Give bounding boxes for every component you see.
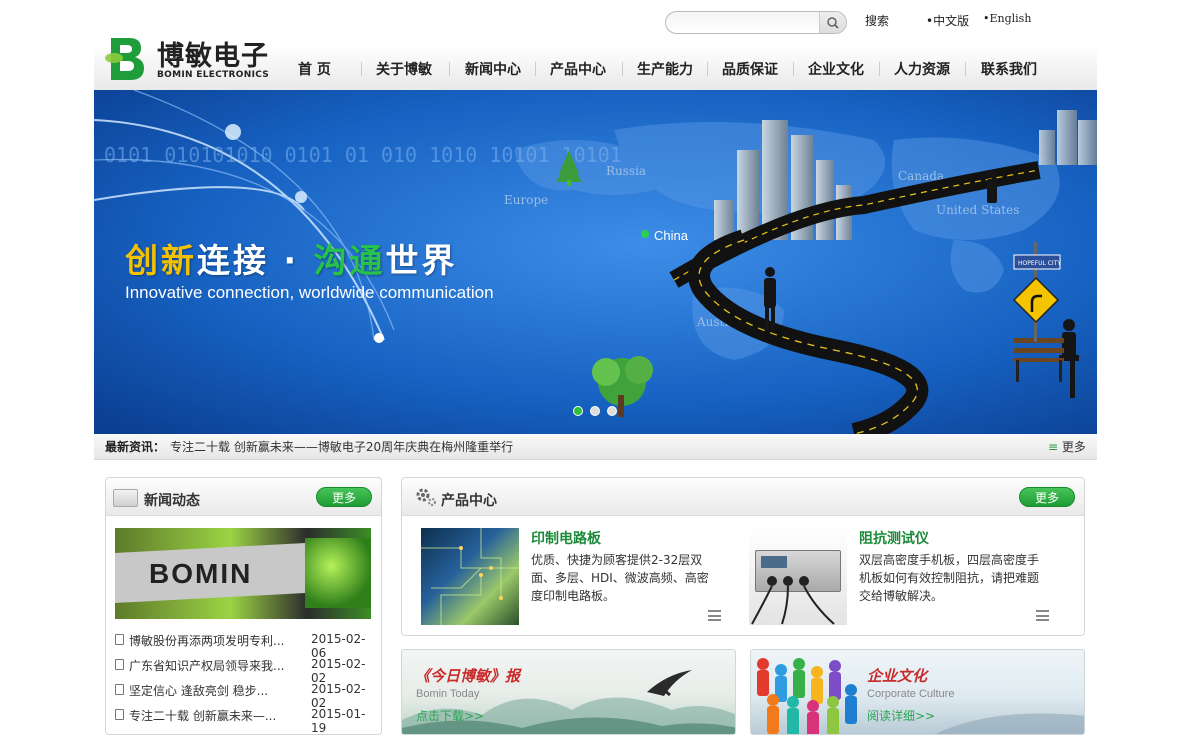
banner-headline: 创新连接 · 沟通世界 xyxy=(125,234,458,282)
news-panel-title: 新闻动态 xyxy=(144,493,200,509)
product-title-impedance-tester[interactable]: 阻抗测试仪 xyxy=(859,528,929,548)
nav-hr[interactable]: 人力资源 xyxy=(894,59,950,79)
promo-subtitle: Bomin Today xyxy=(416,688,480,700)
news-image-text: BOMIN xyxy=(149,558,253,589)
lang-chinese-link[interactable]: •中文版 xyxy=(926,12,969,29)
product-desc-impedance-tester: 双层高密度手机板，四层高密度手机板如何有效控制阻抗，请把难题交给博敏解决。 xyxy=(859,553,1040,603)
promo-corporate-culture[interactable]: 企业文化 Corporate Culture 阅读详细>> xyxy=(750,649,1085,735)
products-more-button[interactable]: 更多 xyxy=(1019,487,1075,507)
news-item[interactable]: 坚定信心 逢敌亮剑 稳步... 2015-02-02 xyxy=(115,682,375,710)
logo-name-en: BOMIN ELECTRONICS xyxy=(157,70,270,80)
document-icon xyxy=(115,634,124,645)
product-title-pcb[interactable]: 印制电路板 xyxy=(531,528,601,548)
nav-divider xyxy=(622,62,623,76)
news-item[interactable]: 广东省知识产权局领导来我... 2015-02-02 xyxy=(115,657,375,685)
nav-culture[interactable]: 企业文化 xyxy=(808,59,864,79)
promo-subtitle: Corporate Culture xyxy=(867,688,955,700)
headline-char: 新 xyxy=(161,241,197,280)
headline-char: 沟 xyxy=(313,241,350,280)
search-link[interactable]: 搜索 xyxy=(865,12,889,29)
news-item-date: 2015-02-02 xyxy=(311,682,366,710)
search-icon xyxy=(827,17,839,29)
document-icon xyxy=(115,659,124,670)
promo-title: 《今日博敏》报 xyxy=(415,667,521,685)
news-item-date: 2015-02-06 xyxy=(311,632,366,660)
news-more-button[interactable]: 更多 xyxy=(316,487,372,507)
map-label-russia: Russia xyxy=(606,164,646,178)
lang-english-link[interactable]: •English xyxy=(983,12,1031,25)
list-icon: ≡ xyxy=(1048,440,1059,454)
latest-news-label: 最新资讯： xyxy=(105,440,166,454)
nav-divider xyxy=(879,62,880,76)
slide-dot-2[interactable] xyxy=(590,406,600,416)
people-figures xyxy=(757,658,857,734)
banner-subline: Innovative connection, worldwide communi… xyxy=(125,283,494,302)
document-icon xyxy=(115,684,124,695)
products-panel-title: 产品中心 xyxy=(441,493,497,509)
nav-divider xyxy=(707,62,708,76)
nav-divider xyxy=(361,62,362,76)
promo-title: 企业文化 xyxy=(867,667,928,685)
product-image-pcb[interactable] xyxy=(421,528,519,625)
headline-char: 通 xyxy=(349,241,386,280)
news-item[interactable]: 博敏股份再添两项发明专利... 2015-02-06 xyxy=(115,632,375,660)
news-item-title[interactable]: 专注二十载 创新赢未来—... xyxy=(129,707,276,724)
nav-news[interactable]: 新闻中心 xyxy=(465,59,521,79)
news-item-title[interactable]: 坚定信心 逢敌亮剑 稳步... xyxy=(129,682,268,699)
binary-text: 0101 010101010 0101 01 010 1010 10101 10… xyxy=(104,143,622,167)
headline-char: 创 xyxy=(125,241,161,280)
nav-contact[interactable]: 联系我们 xyxy=(981,59,1037,79)
latest-news-more[interactable]: ≡ 更多 xyxy=(1048,438,1086,455)
nav-divider xyxy=(449,62,450,76)
product-desc-pcb: 优质、快捷为顾客提供2-32层双面、多层、HDI、微波高频、高密度印制电路板。 xyxy=(531,553,709,603)
news-item-date: 2015-02-02 xyxy=(311,657,366,685)
list-icon[interactable] xyxy=(708,610,721,621)
nav-home[interactable]: 首 页 xyxy=(298,59,331,79)
newspaper-icon xyxy=(113,489,138,507)
search-button[interactable] xyxy=(819,12,846,33)
news-item-title[interactable]: 博敏股份再添两项发明专利... xyxy=(129,632,284,649)
nav-products[interactable]: 产品中心 xyxy=(550,59,606,79)
gear-icon xyxy=(415,487,437,510)
promo-bomin-today[interactable]: 《今日博敏》报 Bomin Today 点击下载>> xyxy=(401,649,736,735)
document-icon xyxy=(115,709,124,720)
search-box xyxy=(665,11,847,34)
promo-read-more-link[interactable]: 阅读详细>> xyxy=(867,707,935,724)
list-icon[interactable] xyxy=(1036,610,1049,621)
news-feature-image[interactable]: BOMIN xyxy=(115,528,371,619)
slide-dot-1[interactable] xyxy=(573,406,583,416)
map-label-europe: Europe xyxy=(504,193,548,207)
news-item-date: 2015-01-19 xyxy=(311,707,366,735)
search-input[interactable] xyxy=(676,15,816,31)
headline-text: 世界 xyxy=(385,241,458,280)
map-label-china: China xyxy=(654,228,689,243)
nav-divider xyxy=(965,62,966,76)
nav-about[interactable]: 关于博敏 xyxy=(376,59,432,79)
logo-name-cn: 博敏电子 xyxy=(157,41,269,72)
news-item-title[interactable]: 广东省知识产权局领导来我... xyxy=(129,657,284,674)
latest-news-link[interactable]: 专注二十载 创新赢未来——博敏电子20周年庆典在梅州隆重举行 xyxy=(170,438,513,455)
logo-mark[interactable] xyxy=(103,32,149,82)
headline-text: 连接 · xyxy=(197,241,314,280)
more-label: 更多 xyxy=(1061,440,1086,454)
slide-dot-3[interactable] xyxy=(607,406,617,416)
hero-banner[interactable]: 0101 010101010 0101 01 010 1010 10101 10… xyxy=(94,90,1097,434)
nav-divider xyxy=(535,62,536,76)
road-sign-text: HOPEFUL CITY xyxy=(1018,260,1061,267)
product-image-impedance-tester[interactable] xyxy=(749,528,847,625)
nav-capacity[interactable]: 生产能力 xyxy=(637,59,693,79)
promo-download-link[interactable]: 点击下载>> xyxy=(416,707,484,724)
nav-quality[interactable]: 品质保证 xyxy=(722,59,778,79)
nav-divider xyxy=(793,62,794,76)
news-item[interactable]: 专注二十载 创新赢未来—... 2015-01-19 xyxy=(115,707,375,735)
map-label-usa: United States xyxy=(936,203,1019,217)
